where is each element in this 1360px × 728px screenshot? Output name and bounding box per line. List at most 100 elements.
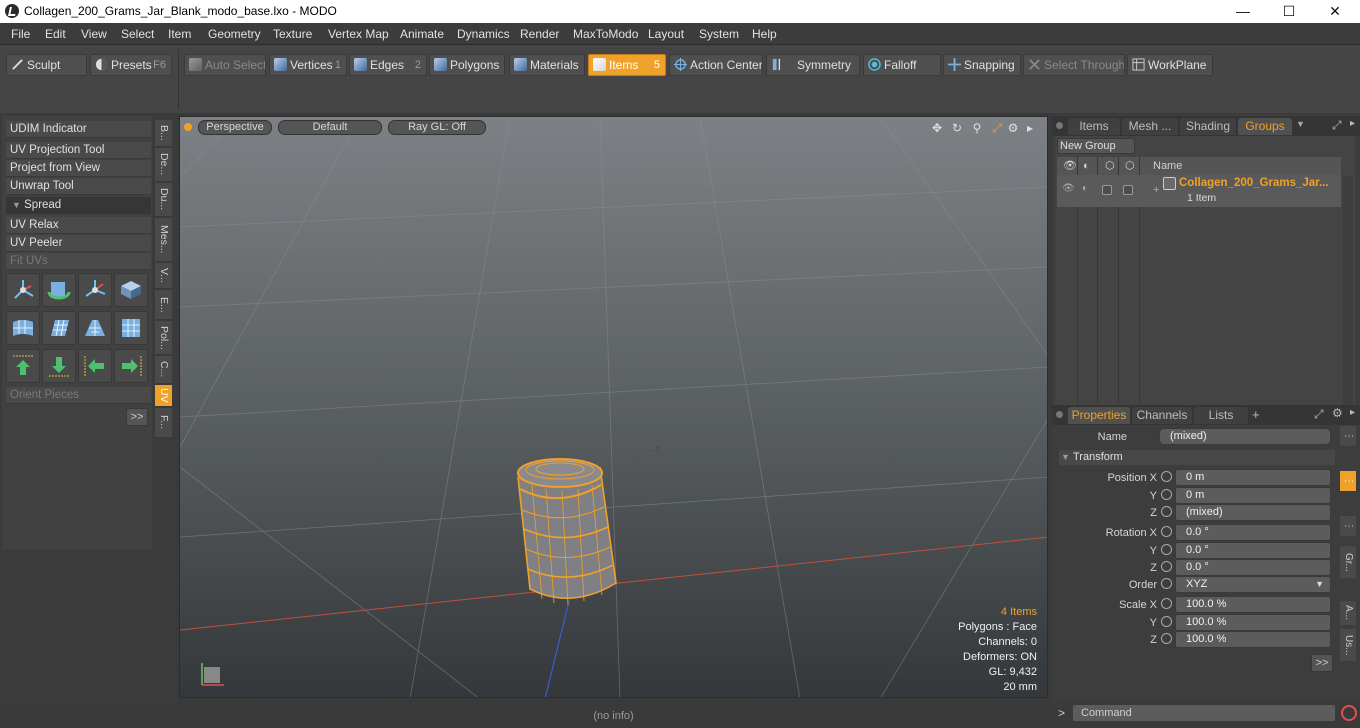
visibility-toggle-icon[interactable]: 👁 [1062,183,1075,194]
maximize-button[interactable]: ☐ [1266,0,1312,23]
tab-mesh[interactable]: Mesh ... [1122,118,1178,135]
orient-pieces-button[interactable]: Orient Pieces [6,387,151,404]
tab-vertex[interactable]: V... [155,263,172,289]
menu-item[interactable]: Item [168,27,191,41]
side-tab-user[interactable]: Us... [1340,629,1356,661]
tab-properties[interactable]: Properties [1068,407,1130,424]
rotation-y-field[interactable]: 0.0 ° [1175,542,1331,559]
tab-shading[interactable]: Shading [1180,118,1236,135]
transform-section[interactable]: ▼ Transform [1059,450,1335,465]
render-column-icon[interactable]: ◐ [1083,157,1090,175]
add-tab-button[interactable]: + [1252,407,1260,422]
panel-maximize-icon[interactable]: ⤢ [1332,118,1342,133]
tab-basic[interactable]: B... [155,120,172,147]
menu-select[interactable]: Select [121,27,154,41]
rotation-z-anim-toggle[interactable] [1161,561,1172,572]
expand-tools-button[interactable]: >> [126,408,148,426]
presets-button[interactable]: Presets F6 [90,54,172,76]
command-input[interactable]: Command [1072,704,1336,722]
rotation-x-anim-toggle[interactable] [1161,526,1172,537]
panel-maximize-icon[interactable]: ⤢ [1314,407,1324,422]
menu-help[interactable]: Help [752,27,777,41]
uv-planar-grid-button[interactable] [42,311,76,345]
uv-align-right-button[interactable] [114,349,148,383]
uv-align-left-button[interactable] [78,349,112,383]
menu-dynamics[interactable]: Dynamics [457,27,510,41]
uv-box-grid-button[interactable] [114,311,148,345]
rotation-z-field[interactable]: 0.0 ° [1175,559,1331,576]
order-dropdown[interactable]: XYZ ▼ [1175,576,1331,593]
uv-rotate-tool-button[interactable] [42,273,76,307]
viewport-settings-icon[interactable]: ⚙ [1006,121,1020,135]
select-toggle[interactable] [1123,185,1133,195]
edges-button[interactable]: Edges 2 [349,54,427,76]
record-macro-icon[interactable] [1341,705,1357,721]
scale-y-anim-toggle[interactable] [1161,616,1172,627]
menu-file[interactable]: File [11,27,30,41]
symmetry-button[interactable]: Symmetry [766,54,860,76]
render-toggle-icon[interactable]: ◐ [1082,183,1088,194]
lock-column-icon[interactable]: ⬡ [1105,157,1115,175]
tab-lists[interactable]: Lists [1194,407,1248,424]
uv-projection-tool-button[interactable]: UV Projection Tool [6,142,151,159]
expand-properties-button[interactable]: >> [1311,654,1333,672]
tab-groups[interactable]: Groups [1238,118,1292,135]
tab-channels[interactable]: Channels [1132,407,1192,424]
position-x-anim-toggle[interactable] [1161,471,1172,482]
side-tab-menu[interactable]: ⋮ [1340,426,1356,446]
menu-vertex-map[interactable]: Vertex Map [328,27,389,41]
polygons-button[interactable]: Polygons [429,54,505,76]
uv-perspective-grid-button[interactable] [78,311,112,345]
position-y-anim-toggle[interactable] [1161,489,1172,500]
menu-geometry[interactable]: Geometry [208,27,261,41]
groups-scrollbar[interactable] [1343,176,1353,406]
position-z-field[interactable]: (mixed) [1175,504,1331,521]
menu-system[interactable]: System [699,27,739,41]
menu-view[interactable]: View [81,27,107,41]
side-tab-assembly[interactable]: A... [1340,601,1356,625]
unwrap-tool-button[interactable]: Unwrap Tool [6,178,151,195]
uv-relax-button[interactable]: UV Relax [6,217,151,234]
rotation-y-anim-toggle[interactable] [1161,544,1172,555]
order-anim-toggle[interactable] [1161,578,1172,589]
tab-duplicate[interactable]: Du... [155,183,172,217]
uv-align-up-button[interactable] [6,349,40,383]
panel-settings-icon[interactable]: ⚙ [1332,406,1343,420]
expand-icon[interactable]: + [1153,184,1159,196]
zoom-icon[interactable]: ⚲ [970,121,984,135]
position-y-field[interactable]: 0 m [1175,487,1331,504]
fit-uvs-button[interactable]: Fit UVs [6,253,151,270]
new-group-button[interactable]: New Group [1057,138,1135,154]
minimize-button[interactable]: — [1220,0,1266,23]
group-row[interactable]: 👁 ◐ + Collagen_200_Grams_Jar... 1 Item [1057,175,1341,207]
view-mode-dropdown[interactable]: Perspective [198,120,272,135]
panel-menu-dot-icon[interactable] [1056,411,1063,418]
close-button[interactable]: ✕ [1312,0,1358,23]
uv-align-down-button[interactable] [42,349,76,383]
pan-icon[interactable]: ✥ [930,121,944,135]
scale-z-field[interactable]: 100.0 % [1175,631,1331,648]
falloff-button[interactable]: Falloff [863,54,941,76]
scale-y-field[interactable]: 100.0 % [1175,614,1331,631]
3d-viewport[interactable]: -? Perspective Default Ray GL: Off ✥ ↻ ⚲… [179,116,1048,698]
menu-maxtomodo[interactable]: MaxToModo [573,27,638,41]
uv-pack-tool-button[interactable] [114,273,148,307]
vertices-button[interactable]: Vertices 1 [269,54,347,76]
viewport-menu-dot-icon[interactable] [184,123,192,131]
tab-curves[interactable]: C... [155,356,172,384]
panel-menu-dot-icon[interactable] [1056,122,1063,129]
lock-toggle[interactable] [1102,185,1112,195]
uv-unwrap-grid-button[interactable] [6,311,40,345]
position-z-anim-toggle[interactable] [1161,506,1172,517]
position-x-field[interactable]: 0 m [1175,469,1331,486]
fit-view-icon[interactable]: ⤢ [990,121,1004,135]
project-from-view-button[interactable]: Project from View [6,160,151,177]
spread-section[interactable]: ▼ Spread [6,197,151,214]
menu-layout[interactable]: Layout [648,27,684,41]
select-column-icon[interactable]: ⬡ [1125,157,1135,175]
menu-render[interactable]: Render [520,27,559,41]
materials-button[interactable]: Materials [509,54,585,76]
render-dropdown[interactable]: Ray GL: Off [388,120,486,135]
tab-polygon[interactable]: Pol... [155,321,172,355]
rotation-x-field[interactable]: 0.0 ° [1175,524,1331,541]
